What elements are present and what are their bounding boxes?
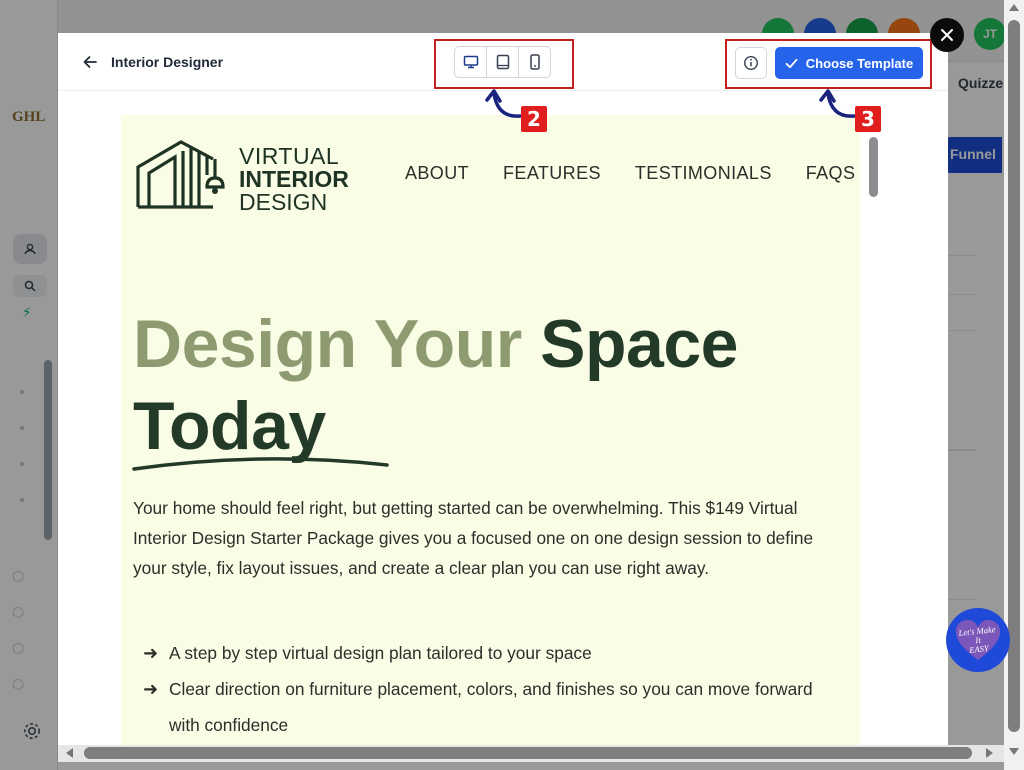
annotation-box-device-switcher [434, 39, 574, 89]
preview-scrollbar-thumb[interactable] [869, 137, 878, 197]
annotation-arrow-icon [819, 89, 856, 118]
annotation-box-choose-template [725, 39, 932, 89]
logo-line-1: VIRTUAL [239, 143, 340, 169]
scroll-left-icon[interactable] [66, 748, 73, 758]
lets-make-it-easy-badge: Let's Make It EASY [946, 608, 1010, 672]
annotation-number-2: 2 [521, 106, 547, 132]
scroll-down-icon[interactable] [1009, 748, 1019, 755]
close-icon [941, 29, 953, 41]
arrow-left-icon [83, 56, 97, 68]
nav-testimonials[interactable]: TESTIMONIALS [635, 163, 772, 184]
hero-description: Your home should feel right, but getting… [133, 498, 814, 578]
house-logo-icon [136, 140, 225, 209]
arrow-right-icon: ➜ [143, 679, 159, 699]
arrow-right-icon: ➜ [143, 643, 159, 663]
scroll-up-icon[interactable] [1009, 4, 1019, 11]
badge-text: Let's Make It EASY [954, 624, 1003, 656]
list-item-text: Clear direction on furniture placement, … [169, 679, 813, 735]
annotation-arrow-icon [485, 89, 522, 118]
nav-about[interactable]: ABOUT [405, 163, 469, 184]
modal-title: Interior Designer [111, 54, 224, 70]
hero-underline-decoration [132, 457, 389, 471]
nav-faqs[interactable]: FAQS [806, 163, 856, 184]
site-logo[interactable]: VIRTUAL INTERIOR DESIGN [135, 137, 355, 214]
hero-title: Design Your Space Today [133, 303, 738, 467]
preview-scrollbar-track[interactable] [864, 115, 882, 745]
logo-line-2: INTERIOR [239, 166, 349, 192]
scroll-right-icon[interactable] [986, 748, 993, 758]
list-item-text: A step by step virtual design plan tailo… [169, 643, 592, 663]
back-button[interactable] [80, 52, 100, 72]
annotation-number-3: 3 [855, 106, 881, 132]
list-item: ➜ A step by step virtual design plan tai… [143, 635, 833, 671]
logo-line-3: DESIGN [239, 189, 328, 215]
template-preview[interactable]: VIRTUAL INTERIOR DESIGN ABOUT FEATURES T… [121, 115, 860, 745]
horizontal-scrollbar-thumb[interactable] [84, 747, 972, 759]
hero-title-part-2: Space [540, 306, 738, 382]
list-item: ➜ Clear direction on furniture placement… [143, 671, 833, 743]
feature-list: ➜ A step by step virtual design plan tai… [143, 635, 833, 743]
logo-text: VIRTUAL INTERIOR DESIGN [239, 145, 349, 214]
page-scrollbar-thumb[interactable] [1008, 20, 1020, 732]
close-button[interactable] [930, 18, 964, 52]
site-nav: ABOUT FEATURES TESTIMONIALS FAQS [405, 163, 855, 184]
hero-title-part-1: Design Your [133, 306, 522, 382]
nav-features[interactable]: FEATURES [503, 163, 601, 184]
template-preview-modal: Interior Designer Choose Template VIRTUA… [58, 33, 948, 745]
